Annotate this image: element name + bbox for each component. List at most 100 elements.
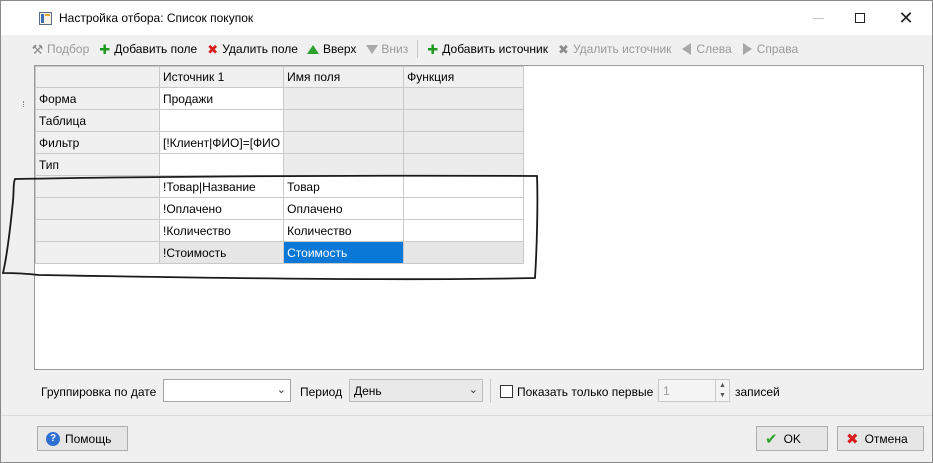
show-first-checkbox[interactable] <box>500 385 513 398</box>
cell-function[interactable] <box>403 219 525 242</box>
close-button[interactable]: ✕ <box>883 1 929 35</box>
header-field-name[interactable]: Имя поля <box>283 66 405 88</box>
add-source-label: Добавить источник <box>442 42 548 56</box>
header-source-1[interactable]: Источник 1 <box>158 66 285 88</box>
cell-source[interactable] <box>158 109 285 132</box>
cancel-icon: ✖ <box>846 430 859 448</box>
cell-source[interactable]: Продажи <box>158 87 285 110</box>
cell-field-selected[interactable]: Стоимость <box>283 241 405 264</box>
wand-icon: ⚒ <box>31 41 44 57</box>
arrow-right-icon <box>741 43 754 56</box>
group-by-date-label: Группировка по дате <box>41 385 157 399</box>
cell-source[interactable]: !Стоимость <box>158 241 285 264</box>
help-icon: ? <box>46 431 60 446</box>
fields-grid: Источник 1 Имя поля Функция Форма Продаж… <box>35 66 525 264</box>
toolbar-separator <box>417 40 419 58</box>
minimize-button[interactable] <box>795 1 841 35</box>
grid-corner <box>35 66 160 88</box>
move-left-label: Слева <box>696 42 732 56</box>
cell-function[interactable] <box>403 175 525 198</box>
help-label: Помощь <box>65 431 112 446</box>
cell-source[interactable]: !Оплачено <box>158 197 285 220</box>
row-label-type: Тип <box>35 153 160 176</box>
cell-source[interactable]: [!Клиент|ФИО]=[ФИО <box>158 131 285 154</box>
cell-field <box>283 87 405 110</box>
table-row: !Товар|Название Товар <box>35 175 525 198</box>
show-first-label: Показать только первые <box>517 385 654 399</box>
table-row: Тип <box>35 153 525 176</box>
help-button[interactable]: ? Помощь <box>37 426 128 451</box>
move-up-label: Вверх <box>322 42 357 56</box>
table-row: !Оплачено Оплачено <box>35 197 525 220</box>
row-label <box>35 219 160 242</box>
select-label: Подбор <box>47 42 90 56</box>
group-by-date-select[interactable]: ⌄ <box>163 379 291 402</box>
move-down-button[interactable]: Вниз <box>365 42 408 56</box>
select-button[interactable]: ⚒ Подбор <box>31 41 90 57</box>
dialog-window: Настройка отбора: Список покупок ✕ ⚒ Под… <box>0 0 933 463</box>
row-label <box>35 197 160 220</box>
move-down-label: Вниз <box>381 42 409 56</box>
add-field-button[interactable]: ✚ Добавить поле <box>98 42 197 56</box>
delete-source-button[interactable]: ✖ Удалить источник <box>557 42 671 56</box>
table-row: Фильтр [!Клиент|ФИО]=[ФИО <box>35 131 525 154</box>
cell-function[interactable] <box>403 241 525 264</box>
stepper-buttons[interactable]: ▲ ▼ <box>715 380 729 401</box>
maximize-button[interactable] <box>837 1 883 35</box>
cell-field <box>283 109 405 132</box>
cell-source[interactable] <box>158 153 285 176</box>
plus-icon: ✚ <box>99 41 111 57</box>
cell-function <box>403 153 525 176</box>
title-bar: Настройка отбора: Список покупок ✕ <box>1 1 932 35</box>
delete-source-label: Удалить источник <box>572 42 672 56</box>
cell-field[interactable]: Количество <box>283 219 405 242</box>
toolbar: ⚒ Подбор ✚ Добавить поле ✖ Удалить поле … <box>31 38 807 60</box>
footer-divider <box>1 415 932 416</box>
stepper-up-icon[interactable]: ▲ <box>719 382 726 389</box>
table-row: Форма Продажи <box>35 87 525 110</box>
show-first-count-stepper[interactable]: 1 ▲ ▼ <box>658 379 730 402</box>
cancel-button[interactable]: ✖ Отмена <box>837 426 924 451</box>
chevron-down-icon: ⌄ <box>276 384 286 396</box>
cell-function <box>403 87 525 110</box>
row-label <box>35 175 160 198</box>
cell-function[interactable] <box>403 197 525 220</box>
cell-field[interactable]: Товар <box>283 175 405 198</box>
cell-field[interactable]: Оплачено <box>283 197 405 220</box>
move-right-button[interactable]: Справа <box>741 42 798 56</box>
window-title: Настройка отбора: Список покупок <box>59 11 254 25</box>
table-row: Таблица <box>35 109 525 132</box>
chevron-down-icon: ⌄ <box>468 384 478 396</box>
delete-field-button[interactable]: ✖ Удалить поле <box>206 42 298 56</box>
maximize-icon <box>855 13 865 23</box>
arrow-up-icon <box>307 43 320 56</box>
stepper-down-icon[interactable]: ▼ <box>719 392 726 399</box>
arrow-down-icon <box>365 43 378 56</box>
add-source-button[interactable]: ✚ Добавить источник <box>426 42 548 56</box>
cell-function <box>403 109 525 132</box>
splitter-handle[interactable] <box>23 101 26 107</box>
bottom-separator <box>490 379 491 403</box>
records-label: записей <box>735 385 780 399</box>
ok-button[interactable]: ✔ OK <box>756 426 828 451</box>
arrow-left-icon <box>680 43 693 56</box>
add-field-label: Добавить поле <box>114 42 198 56</box>
check-icon: ✔ <box>765 430 778 448</box>
row-label-table: Таблица <box>35 109 160 132</box>
cell-function <box>403 131 525 154</box>
fields-grid-panel: Источник 1 Имя поля Функция Форма Продаж… <box>34 65 924 370</box>
row-label-form: Форма <box>35 87 160 110</box>
cell-source[interactable]: !Товар|Название <box>158 175 285 198</box>
delete-field-label: Удалить поле <box>222 42 298 56</box>
cell-field <box>283 131 405 154</box>
cell-field <box>283 153 405 176</box>
close-icon: ✕ <box>898 8 914 28</box>
ok-label: OK <box>783 431 801 446</box>
period-select[interactable]: День ⌄ <box>349 379 483 402</box>
header-function[interactable]: Функция <box>403 66 525 88</box>
move-left-button[interactable]: Слева <box>680 42 732 56</box>
table-row: !Стоимость Стоимость <box>35 241 525 264</box>
cell-source[interactable]: !Количество <box>158 219 285 242</box>
period-value: День <box>354 383 382 398</box>
move-up-button[interactable]: Вверх <box>307 42 356 56</box>
